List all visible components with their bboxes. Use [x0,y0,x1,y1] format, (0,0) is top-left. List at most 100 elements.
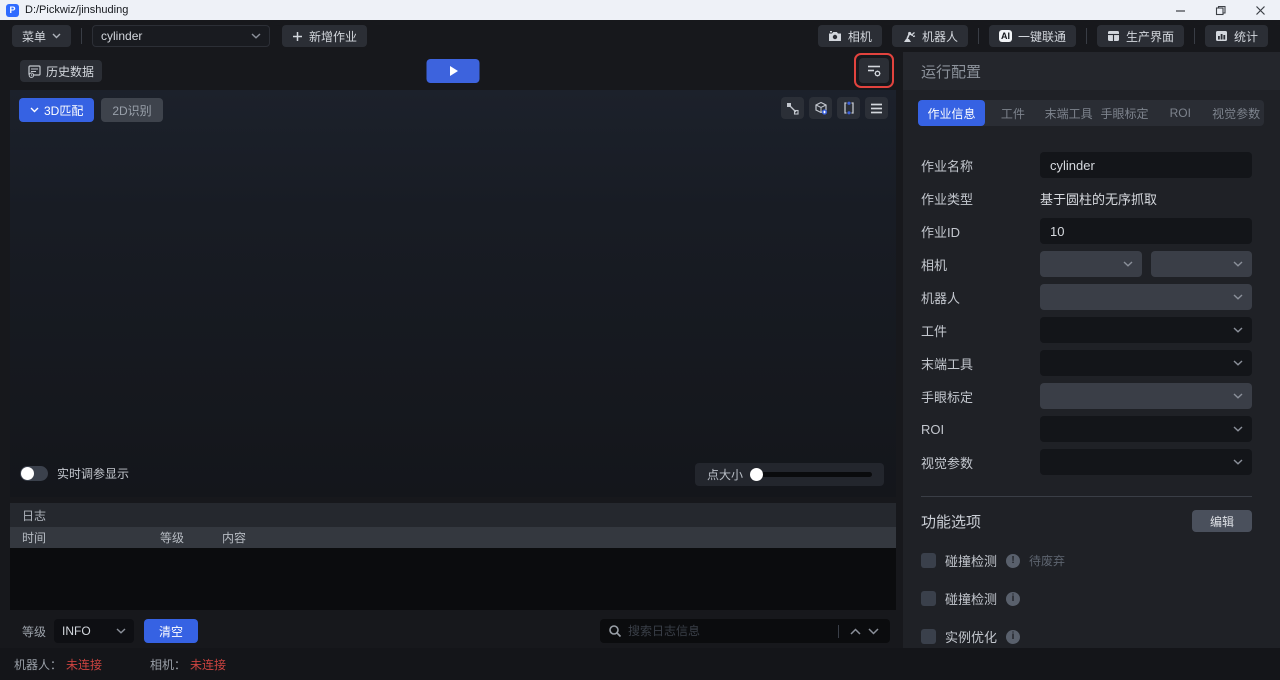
job-id-input[interactable] [1040,218,1252,244]
chevron-down-icon [251,33,261,39]
warning-icon[interactable]: ! [1006,554,1020,568]
hand-eye-select[interactable] [1040,383,1252,409]
end-tool-select[interactable] [1040,350,1252,376]
tab-roi[interactable]: ROI [1152,100,1208,126]
form-row-camera: 相机 [921,251,1252,277]
tab-3d-match[interactable]: 3D匹配 [19,98,94,122]
workpiece-select[interactable] [1040,317,1252,343]
tab-workpiece[interactable]: 工件 [985,100,1041,126]
run-button[interactable] [427,59,480,83]
vision-params-select[interactable] [1040,449,1252,475]
add-model-tool-button[interactable] [809,97,832,119]
chevron-down-icon [1233,261,1243,267]
point-size-label: 点大小 [707,466,743,483]
production-view-button[interactable]: 生产界面 [1097,25,1184,47]
panel-title: 运行配置 [903,52,1280,90]
chevron-down-icon [52,33,61,39]
maximize-icon[interactable] [1200,0,1240,20]
realtime-params-toggle[interactable] [20,466,48,481]
log-table-header: 时间 等级 内容 [10,527,896,548]
deprecated-note: 待废弃 [1029,552,1065,569]
chevron-down-icon [116,628,126,634]
chevron-down-icon [1233,459,1243,465]
minimize-icon[interactable] [1160,0,1200,20]
robot-status: 机器人： 未连接 [14,656,102,673]
search-next-button[interactable] [864,622,882,640]
robot-button[interactable]: 机器人 [892,25,968,47]
camera-icon [828,30,842,42]
options-header: 功能选项 编辑 [921,510,1252,532]
tab-vision-params[interactable]: 视觉参数 [1208,100,1264,126]
options-title: 功能选项 [921,511,981,532]
instance-optimize-checkbox[interactable] [921,629,936,644]
camera-button[interactable]: 相机 [818,25,882,47]
search-prev-button[interactable] [846,622,864,640]
collision-detect-checkbox-1[interactable] [921,553,936,568]
chevron-down-icon [1123,261,1133,267]
window-controls [1160,0,1280,20]
realtime-toggle-label: 实时调参显示 [57,465,129,482]
camera-select-1[interactable] [1040,251,1142,277]
ai-connect-button[interactable]: AI 一键联通 [989,25,1076,47]
main-area: 历史数据 3 [0,52,1280,648]
new-job-button[interactable]: 新增作业 [282,25,367,47]
play-icon [447,65,459,77]
grid-window-icon [1107,30,1120,42]
tab-job-info[interactable]: 作业信息 [918,100,985,126]
point-size-slider[interactable] [752,472,872,477]
window-title: D:/Pickwiz/jinshuding [25,4,128,16]
info-icon[interactable]: i [1006,592,1020,606]
toolbar: 菜单 cylinder 新增作业 相机 机器人 A [0,20,1280,52]
chevron-down-icon [30,107,39,113]
option-instance-optimize: 实例优化 i [921,627,1252,646]
log-level-select[interactable]: INFO [54,619,134,643]
measure-tool-button[interactable] [781,97,804,119]
info-icon[interactable]: i [1006,630,1020,644]
tab-end-tool[interactable]: 末端工具 [1041,100,1097,126]
history-data-button[interactable]: 历史数据 [20,60,102,82]
menu-button[interactable]: 菜单 [12,25,71,47]
log-search-input[interactable] [628,624,831,638]
clear-log-button[interactable]: 清空 [144,619,198,643]
history-icon [28,65,41,78]
log-col-content: 内容 [222,529,896,546]
edit-options-button[interactable]: 编辑 [1192,510,1252,532]
robot-select[interactable] [1040,284,1252,310]
bounding-box-icon [842,101,856,115]
panel-divider [921,496,1252,497]
log-search-box [600,619,890,643]
viewport-3d[interactable]: 3D匹配 2D识别 [10,90,896,497]
fit-view-tool-button[interactable] [837,97,860,119]
config-tabs: 作业信息 工件 末端工具 手眼标定 ROI 视觉参数 [918,100,1264,126]
log-table-body[interactable] [10,548,896,610]
job-info-form: 作业名称 作业类型 基于圆柱的无序抓取 作业ID 相机 [903,126,1280,475]
collision-detect-checkbox-2[interactable] [921,591,936,606]
job-select[interactable]: cylinder [92,25,270,47]
ai-icon: AI [999,30,1012,42]
search-divider [838,625,839,638]
robot-status-value: 未连接 [66,656,102,673]
roi-select[interactable] [1040,416,1252,442]
titlebar: P D:/Pickwiz/jinshuding [0,0,1280,20]
job-type-value: 基于圆柱的无序抓取 [1040,189,1157,208]
stats-button[interactable]: 统计 [1205,25,1268,47]
chevron-down-icon [1233,393,1243,399]
measure-icon [786,102,799,115]
job-name-input[interactable] [1040,152,1252,178]
log-level-label: 等级 [22,623,46,640]
toolbar-divider [81,28,82,44]
form-row-robot: 机器人 [921,284,1252,310]
run-config-toggle-button[interactable] [859,58,889,83]
app-logo-icon: P [6,4,19,17]
close-icon[interactable] [1240,0,1280,20]
tab-hand-eye-calib[interactable]: 手眼标定 [1097,100,1153,126]
plus-icon [292,31,303,42]
option-collision: 碰撞检测 i [921,589,1252,608]
slider-thumb[interactable] [750,468,763,481]
form-row-job-id: 作业ID [921,218,1252,244]
tab-2d-recognition[interactable]: 2D识别 [101,98,162,122]
viewport-menu-button[interactable] [865,97,888,119]
camera-select-2[interactable] [1151,251,1253,277]
option-collision-deprecated: 碰撞检测 ! 待废弃 [921,551,1252,570]
log-controls: 等级 INFO 清空 [10,617,896,645]
